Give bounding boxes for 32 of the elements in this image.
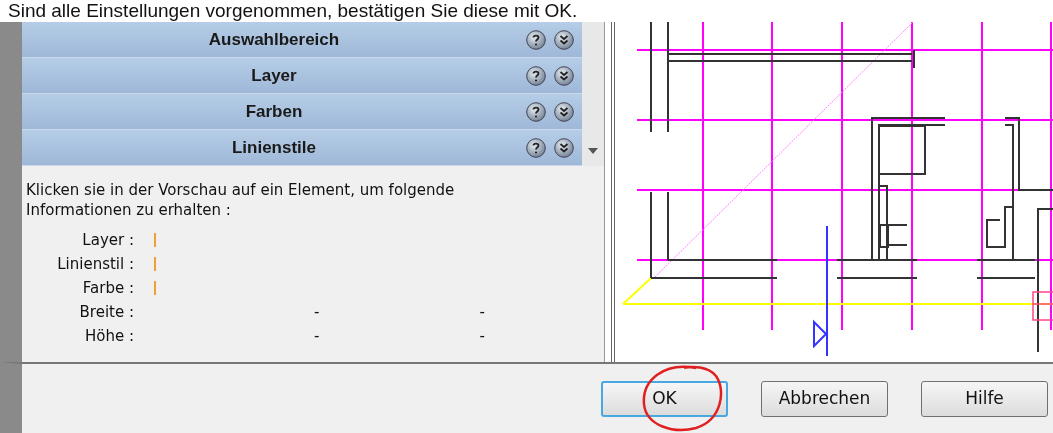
value-marker-icon (154, 257, 156, 271)
section-marker-icon (813, 225, 828, 357)
field-label: Farbe : (81, 277, 134, 299)
info-text: Klicken sie in der Vorschau auf ein Element, um folgende Informationen zu erhalten : (26, 180, 456, 220)
double-chevron-icon[interactable] (554, 29, 574, 50)
double-chevron-icon[interactable] (554, 101, 574, 122)
help-icon[interactable] (526, 137, 546, 158)
dialog-button[interactable]: Hilfe (921, 380, 1048, 417)
double-chevron-icon[interactable] (554, 65, 574, 86)
dialog-button[interactable]: OK (601, 380, 728, 417)
field-label: Höhe : (84, 325, 134, 347)
value-marker-icon (154, 281, 156, 295)
field-label: Breite : (78, 301, 134, 323)
help-icon[interactable] (526, 65, 546, 86)
section-header[interactable]: Linienstile (22, 130, 582, 166)
section-header[interactable]: Auswahlbereich (22, 22, 582, 58)
scrollbar[interactable] (582, 22, 604, 166)
dialog-button[interactable]: Abbrechen (761, 380, 888, 417)
field-value: - (314, 325, 320, 347)
field-value: - (479, 325, 485, 347)
help-icon[interactable] (526, 29, 546, 50)
scroll-down-icon[interactable] (588, 148, 598, 154)
section-header[interactable]: Layer (22, 58, 582, 94)
field-value: - (479, 301, 485, 323)
section-header[interactable]: Farben (22, 94, 582, 130)
double-chevron-icon[interactable] (554, 137, 574, 158)
value-marker-icon (154, 233, 156, 247)
field-label: Layer : (81, 229, 134, 251)
field-label: Linienstil : (56, 253, 134, 275)
help-icon[interactable] (526, 101, 546, 122)
instruction-text: Sind alle Einstellungen vorgenommen, bestätigen Sie diese mit OK. (7, 0, 579, 22)
field-value: - (314, 301, 320, 323)
